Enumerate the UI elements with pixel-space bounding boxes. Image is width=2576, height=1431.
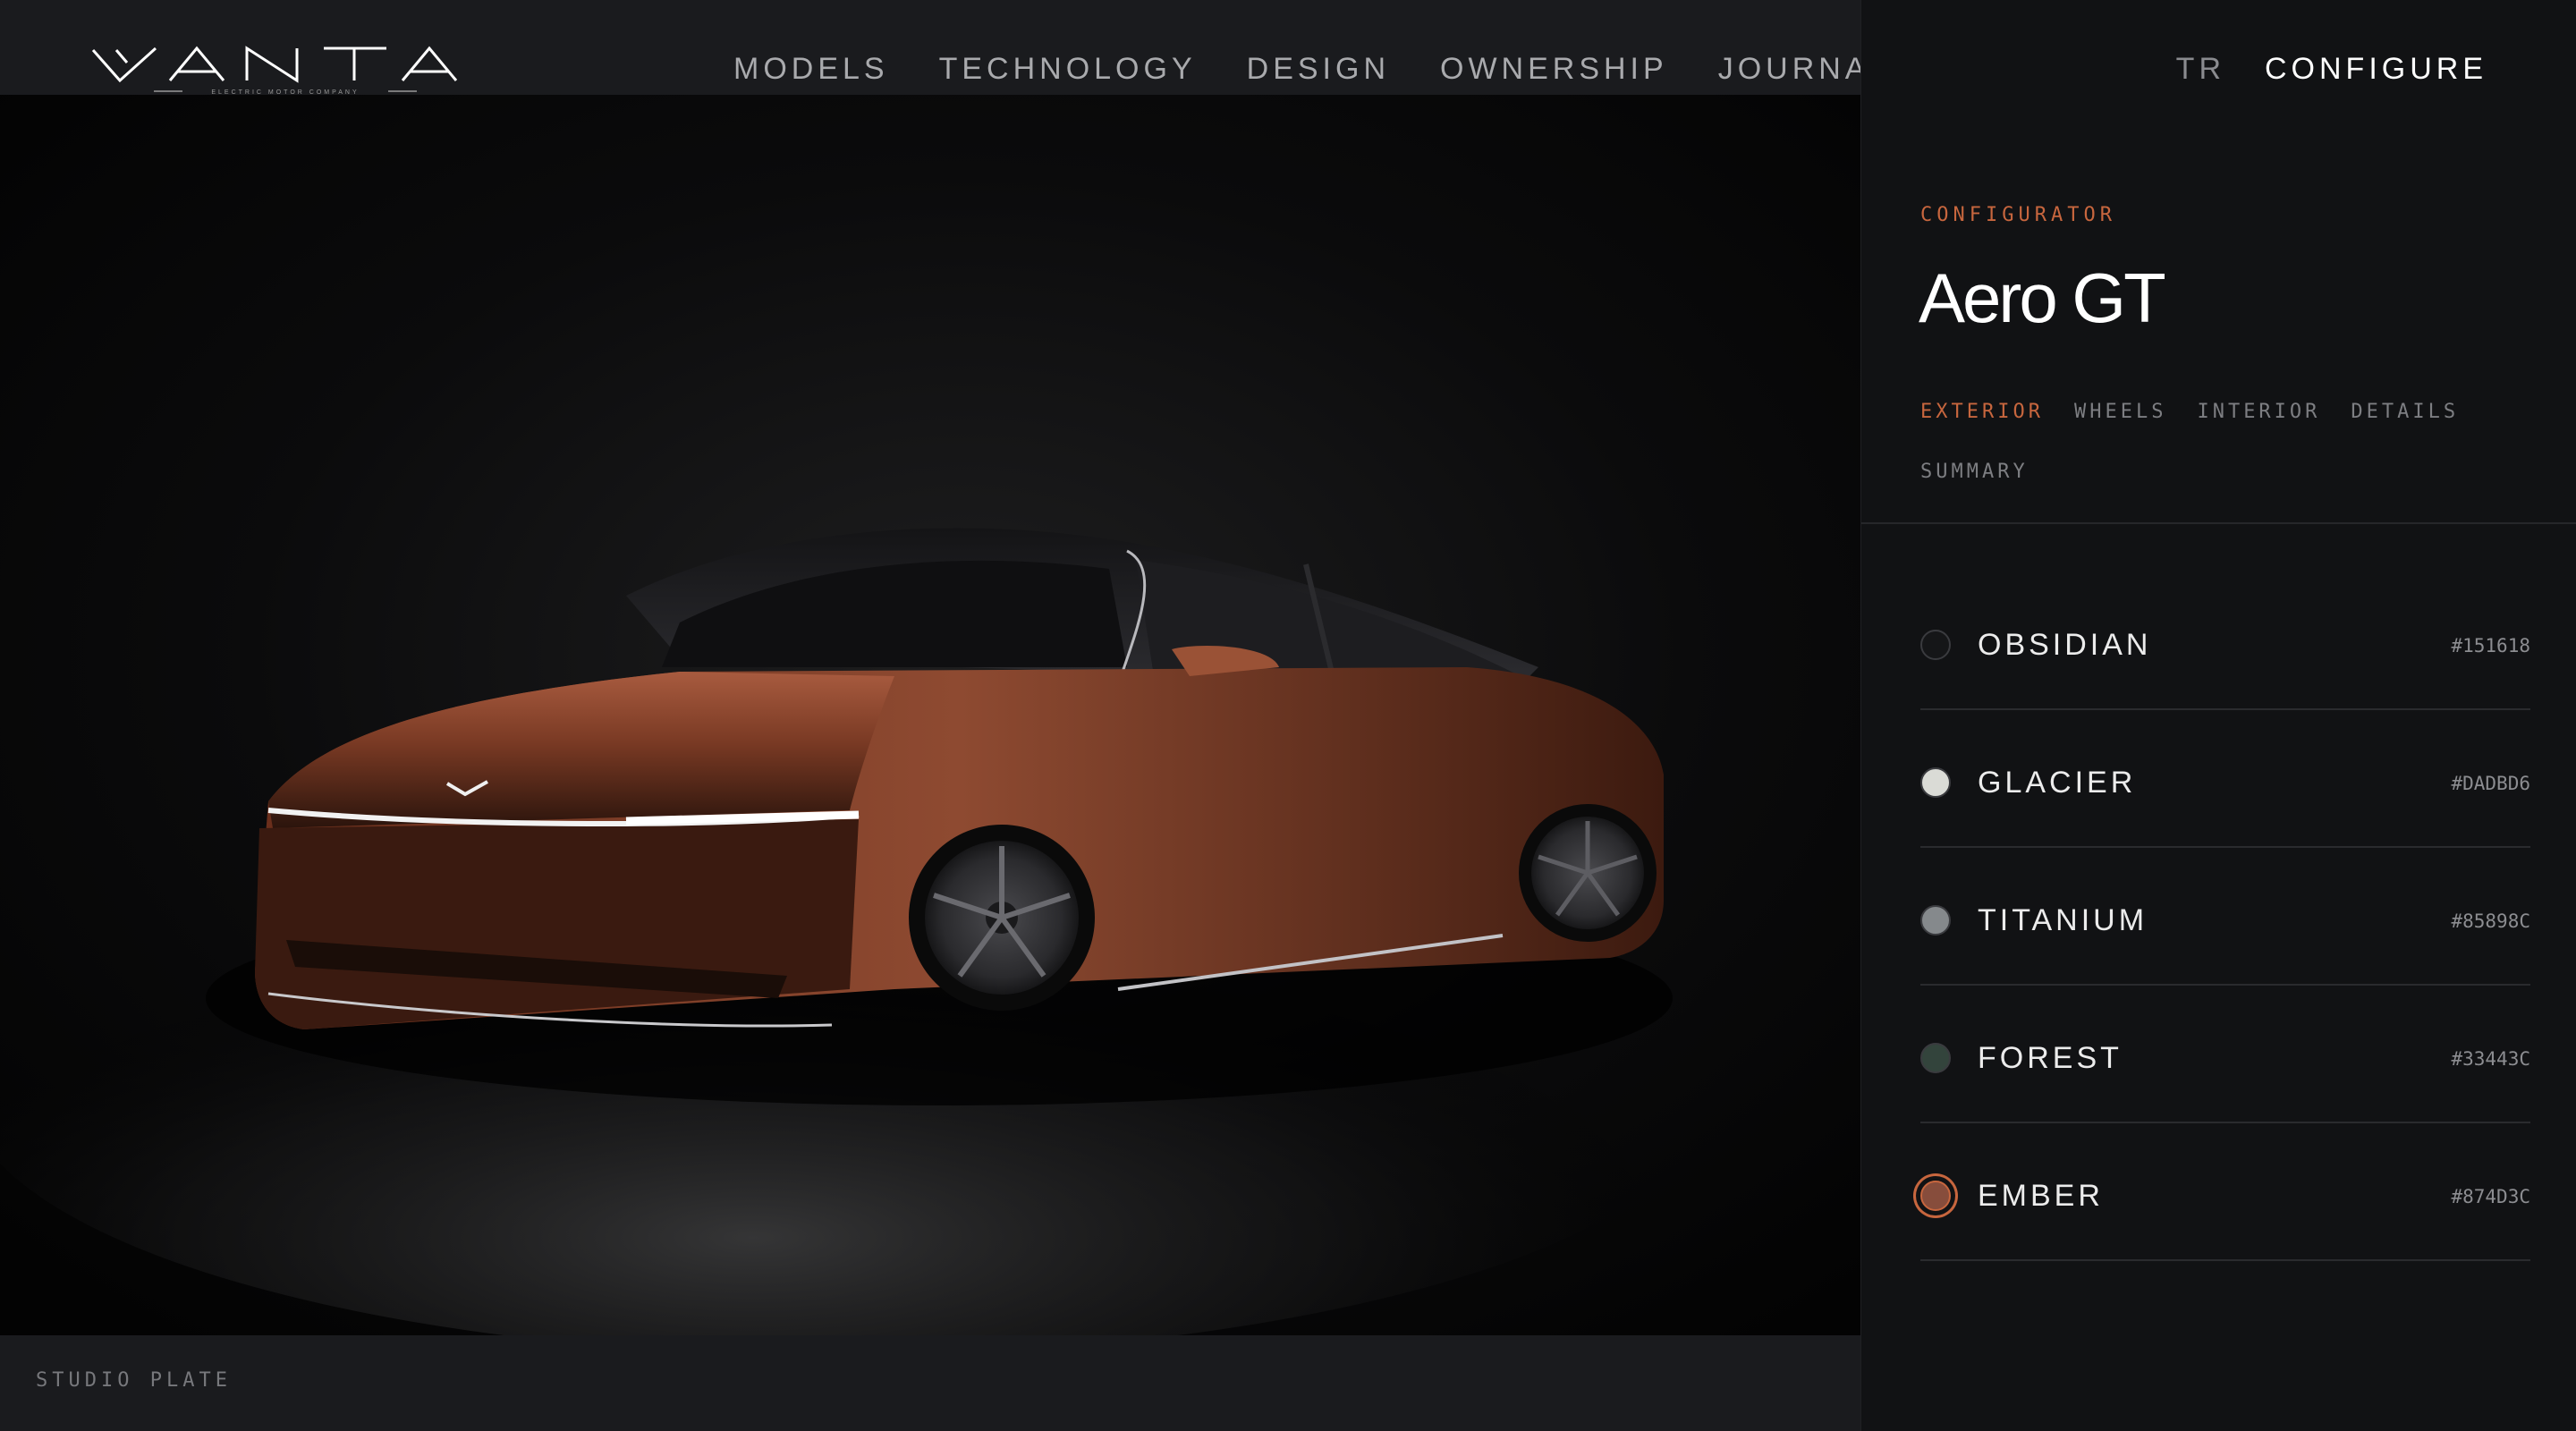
color-option-obsidian[interactable]: OBSIDIAN #151618 xyxy=(1920,572,2530,710)
color-name: GLACIER xyxy=(1978,766,2137,800)
image-caption-bar: STUDIO PLATE xyxy=(0,1335,1860,1431)
color-swatch-dot xyxy=(1920,767,1951,798)
nav-item-ownership[interactable]: OWNERSHIP xyxy=(1440,52,1668,88)
configurator-eyebrow: CONFIGURATOR xyxy=(1920,204,2116,226)
nav-item-models[interactable]: MODELS xyxy=(733,52,889,88)
color-hex-code: #DADBD6 xyxy=(2451,773,2530,794)
step-interior[interactable]: INTERIOR xyxy=(2197,401,2320,423)
color-hex-code: #85898C xyxy=(2451,910,2530,932)
exterior-color-list: OBSIDIAN #151618 GLACIER #DADBD6 TITANIU… xyxy=(1920,572,2530,1261)
color-swatch-dot xyxy=(1920,630,1951,660)
step-details[interactable]: DETAILS xyxy=(2351,401,2459,423)
configurator-panel: TR CONFIGURE CONFIGURATOR Aero GT EXTERI… xyxy=(1860,0,2576,1431)
color-swatch-dot xyxy=(1920,905,1951,936)
color-hex-code: #151618 xyxy=(2451,635,2530,656)
nav-item-design[interactable]: DESIGN xyxy=(1247,52,1390,88)
color-swatch-dot-selected xyxy=(1920,1181,1951,1211)
configure-link[interactable]: CONFIGURE xyxy=(2265,52,2487,87)
color-name: FOREST xyxy=(1978,1041,2123,1075)
step-wheels[interactable]: WHEELS xyxy=(2074,401,2166,423)
nav-item-technology[interactable]: TECHNOLOGY xyxy=(939,52,1197,88)
color-option-forest[interactable]: FOREST #33443C xyxy=(1920,986,2530,1123)
brand-logo[interactable]: ELECTRIC MOTOR COMPANY xyxy=(89,39,483,98)
color-name: EMBER xyxy=(1978,1179,2104,1213)
color-option-glacier[interactable]: GLACIER #DADBD6 xyxy=(1920,710,2530,848)
panel-divider xyxy=(1861,522,2576,524)
step-exterior[interactable]: EXTERIOR xyxy=(1920,401,2044,423)
color-option-ember[interactable]: EMBER #874D3C xyxy=(1920,1123,2530,1261)
step-summary[interactable]: SUMMARY xyxy=(1920,461,2029,483)
hero-car-image xyxy=(0,95,1860,1335)
top-navigation-bar: ELECTRIC MOTOR COMPANY MODELS TECHNOLOGY… xyxy=(0,0,1886,98)
main-nav: MODELS TECHNOLOGY DESIGN OWNERSHIP JOURN… xyxy=(733,52,1891,88)
color-swatch-dot xyxy=(1920,1043,1951,1073)
image-caption: STUDIO PLATE xyxy=(36,1369,232,1392)
language-switch[interactable]: TR xyxy=(2176,52,2225,87)
color-name: TITANIUM xyxy=(1978,903,2148,937)
model-title: Aero GT xyxy=(1919,258,2166,337)
utility-links: TR CONFIGURE xyxy=(2176,52,2487,87)
configurator-steps: EXTERIOR WHEELS INTERIOR DETAILS SUMMARY xyxy=(1920,401,2493,483)
color-name: OBSIDIAN xyxy=(1978,628,2152,662)
color-option-titanium[interactable]: TITANIUM #85898C xyxy=(1920,848,2530,986)
color-hex-code: #33443C xyxy=(2451,1048,2530,1070)
color-hex-code: #874D3C xyxy=(2451,1186,2530,1207)
